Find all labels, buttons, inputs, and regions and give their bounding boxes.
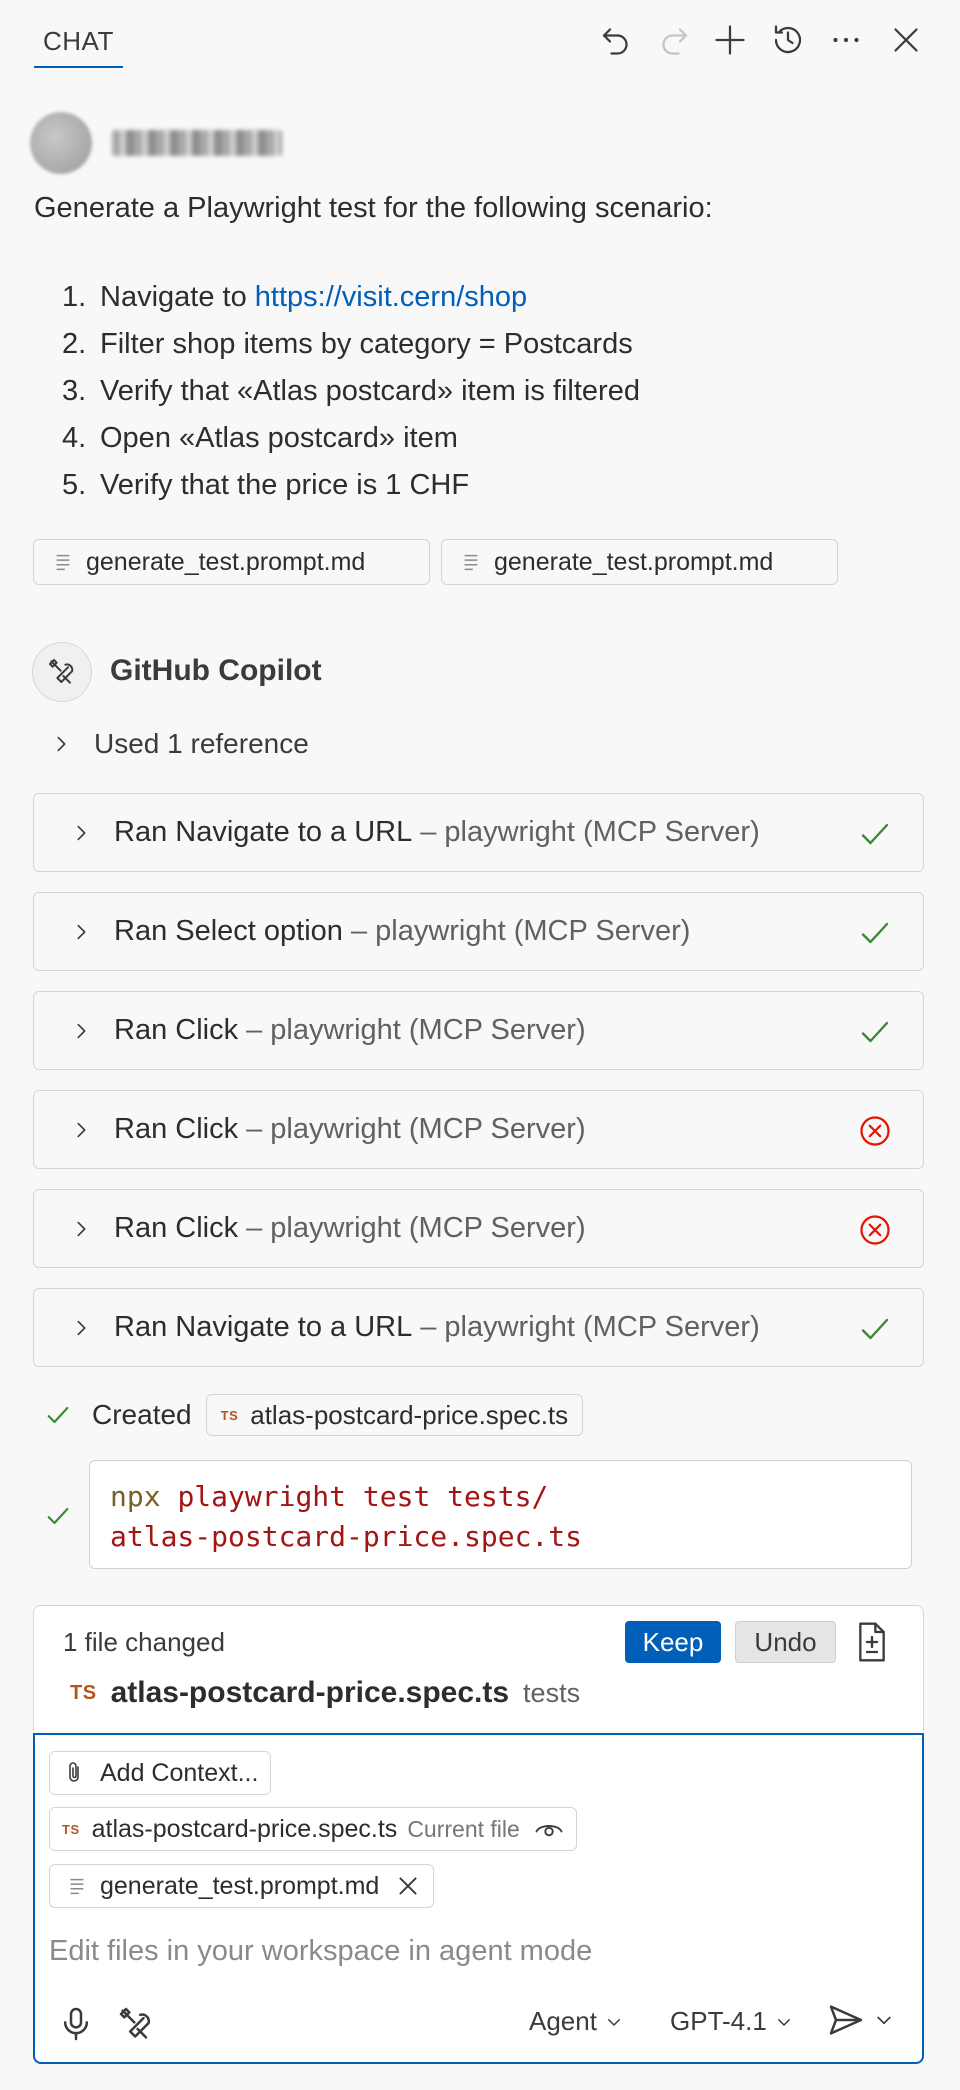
typescript-icon: TS <box>70 1681 97 1704</box>
copilot-name: GitHub Copilot <box>110 654 322 687</box>
step-item: 1. Navigate to https://visit.cern/shop <box>62 281 528 313</box>
prompt-text: Generate a Playwright test for the follo… <box>34 192 713 224</box>
scenario-steps: 1. Navigate to https://visit.cern/shop 2.… <box>62 274 640 509</box>
tool-run-item[interactable]: Ran Click – playwright (MCP Server) <box>33 1090 924 1169</box>
context-file-chip[interactable]: generate_test.prompt.md <box>49 1864 435 1908</box>
shop-link[interactable]: https://visit.cern/shop <box>255 281 527 313</box>
chevron-right-icon <box>77 825 86 840</box>
chevron-right-icon <box>77 924 86 939</box>
attachment-chip[interactable]: generate_test.prompt.md <box>33 539 430 585</box>
keep-button[interactable]: Keep <box>625 1621 721 1663</box>
step-item: 4. Open «Atlas postcard» item <box>62 422 458 454</box>
tools-icon[interactable] <box>116 2004 156 2044</box>
user-avatar <box>30 112 92 174</box>
file-icon <box>70 1878 84 1895</box>
close-icon[interactable] <box>884 18 928 62</box>
more-icon[interactable] <box>824 18 868 62</box>
tool-run-item[interactable]: Ran Click – playwright (MCP Server) <box>33 1189 924 1268</box>
created-file-row: Created TS atlas-postcard-price.spec.ts <box>44 1394 584 1436</box>
chevron-down-icon <box>777 2018 790 2026</box>
eye-icon[interactable] <box>534 1814 564 1844</box>
microphone-icon[interactable] <box>56 2004 96 2044</box>
tool-run-item[interactable]: Ran Navigate to a URL – playwright (MCP S… <box>33 793 924 872</box>
chat-input-placeholder[interactable]: Edit files in your workspace in agent mo… <box>49 1935 592 1968</box>
redo-icon <box>652 18 696 62</box>
step-item: 2. Filter shop items by category = Postca… <box>62 328 633 360</box>
changed-files-summary: 1 file changed <box>63 1627 225 1657</box>
error-icon <box>860 1215 890 1245</box>
step-item: 3. Verify that «Atlas postcard» item is f… <box>62 375 640 407</box>
tool-run-item[interactable]: Ran Select option – playwright (MCP Serve… <box>33 892 924 971</box>
tool-run-item[interactable]: Ran Click – playwright (MCP Server) <box>33 991 924 1070</box>
model-dropdown[interactable]: GPT-4.1 <box>670 2006 793 2037</box>
check-icon <box>861 1021 889 1043</box>
file-icon <box>56 554 70 571</box>
created-file-chip[interactable]: TS atlas-postcard-price.spec.ts <box>205 1394 584 1436</box>
copilot-avatar <box>32 642 92 702</box>
attachment-chip[interactable]: generate_test.prompt.md <box>441 539 838 585</box>
check-icon <box>47 1406 69 1424</box>
chevron-right-icon <box>77 1122 86 1137</box>
typescript-icon: TS <box>220 1407 239 1423</box>
undo-icon[interactable] <box>594 18 638 62</box>
changed-file-item[interactable]: TS atlas-postcard-price.spec.ts tests <box>70 1676 580 1710</box>
check-icon <box>861 922 889 944</box>
check-icon <box>861 823 889 845</box>
tool-run-item[interactable]: Ran Navigate to a URL – playwright (MCP S… <box>33 1288 924 1367</box>
remove-icon[interactable] <box>395 1873 421 1899</box>
check-icon <box>47 1507 69 1525</box>
send-button[interactable] <box>826 2000 894 2040</box>
chevron-right-icon <box>57 736 66 752</box>
context-file-chip[interactable]: TS atlas-postcard-price.spec.ts Current … <box>49 1807 577 1851</box>
step-item: 5. Verify that the price is 1 CHF <box>62 469 470 501</box>
check-icon <box>861 1318 889 1340</box>
chevron-right-icon <box>77 1221 86 1236</box>
plus-icon[interactable] <box>708 18 752 62</box>
tab-chat[interactable]: CHAT <box>34 22 123 68</box>
send-icon <box>829 2005 863 2035</box>
file-icon <box>464 554 478 571</box>
mode-dropdown[interactable]: Agent <box>529 2006 623 2037</box>
add-context-button[interactable]: Add Context... <box>49 1751 272 1795</box>
typescript-icon: TS <box>62 1821 80 1837</box>
paperclip-icon <box>69 1762 79 1782</box>
used-references-toggle[interactable]: Used 1 reference <box>50 728 309 760</box>
user-name-redacted <box>112 130 282 156</box>
chevron-right-icon <box>77 1023 86 1038</box>
tools-icon <box>49 659 74 684</box>
error-icon <box>860 1116 890 1146</box>
chevron-right-icon <box>77 1320 86 1335</box>
chevron-down-icon[interactable] <box>874 2010 894 2030</box>
history-icon[interactable] <box>766 18 810 62</box>
terminal-command[interactable]: npx playwright test tests/ atlas-postcar… <box>89 1460 912 1569</box>
view-diff-icon[interactable] <box>852 1620 892 1664</box>
undo-button[interactable]: Undo <box>735 1621 836 1663</box>
chevron-down-icon <box>607 2018 620 2026</box>
